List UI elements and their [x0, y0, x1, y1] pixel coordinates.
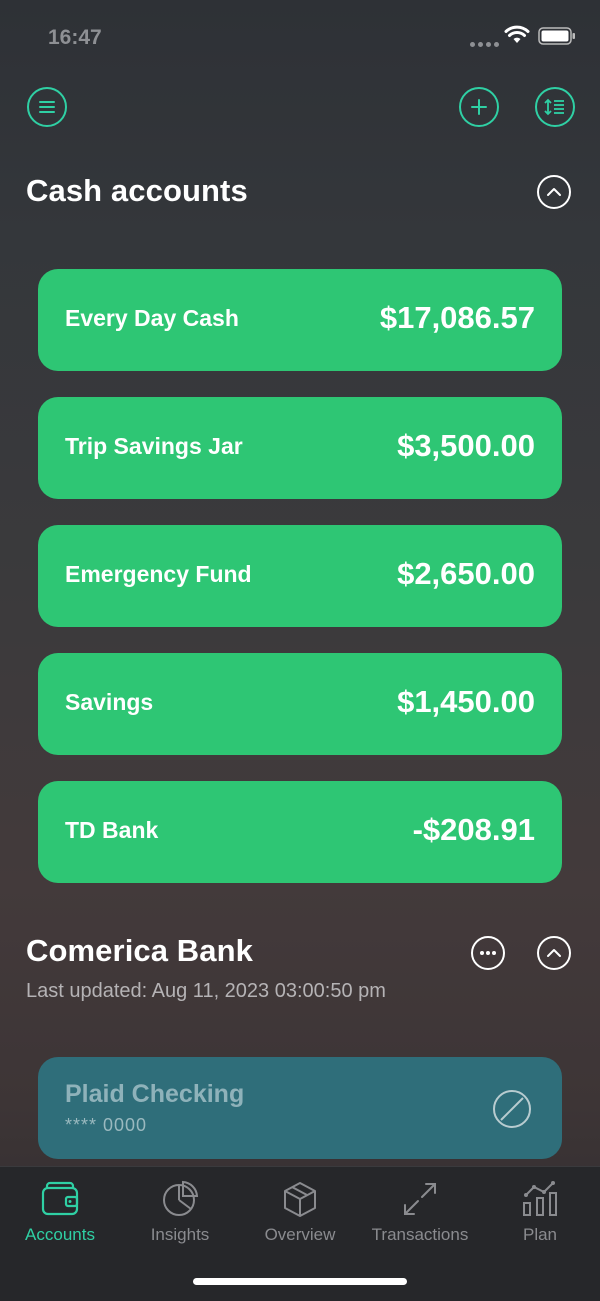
- account-balance: -$208.91: [412, 812, 535, 847]
- collapse-comerica-button[interactable]: [537, 936, 571, 970]
- account-name: Every Day Cash: [65, 305, 239, 331]
- tab-accounts[interactable]: Accounts: [0, 1167, 120, 1257]
- account-name: Trip Savings Jar: [65, 433, 243, 459]
- account-card-every-day-cash[interactable]: Every Day Cash $17,086.57: [38, 269, 562, 371]
- sort-button[interactable]: [535, 87, 575, 127]
- status-time: 16:47: [48, 26, 102, 49]
- chevron-up-icon: [547, 188, 561, 196]
- home-indicator[interactable]: [193, 1278, 407, 1285]
- account-name: TD Bank: [65, 817, 159, 843]
- menu-button[interactable]: [27, 87, 67, 127]
- account-balance: $1,450.00: [397, 684, 535, 719]
- tab-label: Plan: [522, 1225, 558, 1244]
- account-name: Emergency Fund: [65, 561, 252, 587]
- tab-insights[interactable]: Insights: [120, 1167, 240, 1257]
- account-name: Plaid Checking: [65, 1080, 245, 1108]
- pie-chart-icon: [163, 1180, 199, 1216]
- signal-icon: [470, 34, 502, 52]
- account-card-trip-savings-jar[interactable]: Trip Savings Jar $3,500.00: [38, 397, 562, 499]
- add-account-button[interactable]: [459, 87, 499, 127]
- chevron-up-icon: [547, 949, 561, 957]
- tab-label: Overview: [264, 1225, 336, 1244]
- transfer-arrows-icon: [404, 1183, 436, 1215]
- tab-label: Accounts: [25, 1225, 95, 1244]
- account-balance: $2,650.00: [397, 556, 535, 591]
- account-balance: $17,086.57: [379, 300, 535, 335]
- disabled-icon: [493, 1090, 531, 1128]
- tab-label: Insights: [150, 1225, 210, 1244]
- account-card-td-bank[interactable]: TD Bank -$208.91: [38, 781, 562, 883]
- wallet-icon: [41, 1181, 79, 1216]
- tab-plan[interactable]: Plan: [480, 1167, 600, 1257]
- account-mask: **** 0000: [65, 1115, 148, 1135]
- plus-icon: [471, 99, 487, 115]
- last-updated-text: Last updated: Aug 11, 2023 03:00:50 pm: [26, 980, 386, 1002]
- status-bar: 16:47: [0, 0, 600, 74]
- menu-icon: [39, 101, 55, 113]
- collapse-cash-button[interactable]: [537, 175, 571, 209]
- account-name: Savings: [65, 689, 154, 715]
- tab-overview[interactable]: Overview: [240, 1167, 360, 1257]
- battery-icon: [538, 27, 575, 45]
- sort-icon: [544, 98, 564, 116]
- tab-label: Transactions: [371, 1225, 469, 1244]
- cash-accounts-title: Cash accounts: [26, 173, 248, 208]
- cube-icon: [284, 1182, 316, 1217]
- more-options-button[interactable]: [471, 936, 505, 970]
- wifi-icon: [504, 25, 530, 43]
- account-card-plaid-checking[interactable]: Plaid Checking **** 0000: [38, 1057, 562, 1159]
- comerica-bank-title: Comerica Bank: [26, 933, 254, 968]
- account-card-savings[interactable]: Savings $1,450.00: [38, 653, 562, 755]
- tab-transactions[interactable]: Transactions: [360, 1167, 480, 1257]
- ellipsis-icon: [480, 951, 496, 955]
- account-balance: $3,500.00: [397, 428, 535, 463]
- account-card-emergency-fund[interactable]: Emergency Fund $2,650.00: [38, 525, 562, 627]
- bar-chart-icon: [523, 1181, 557, 1216]
